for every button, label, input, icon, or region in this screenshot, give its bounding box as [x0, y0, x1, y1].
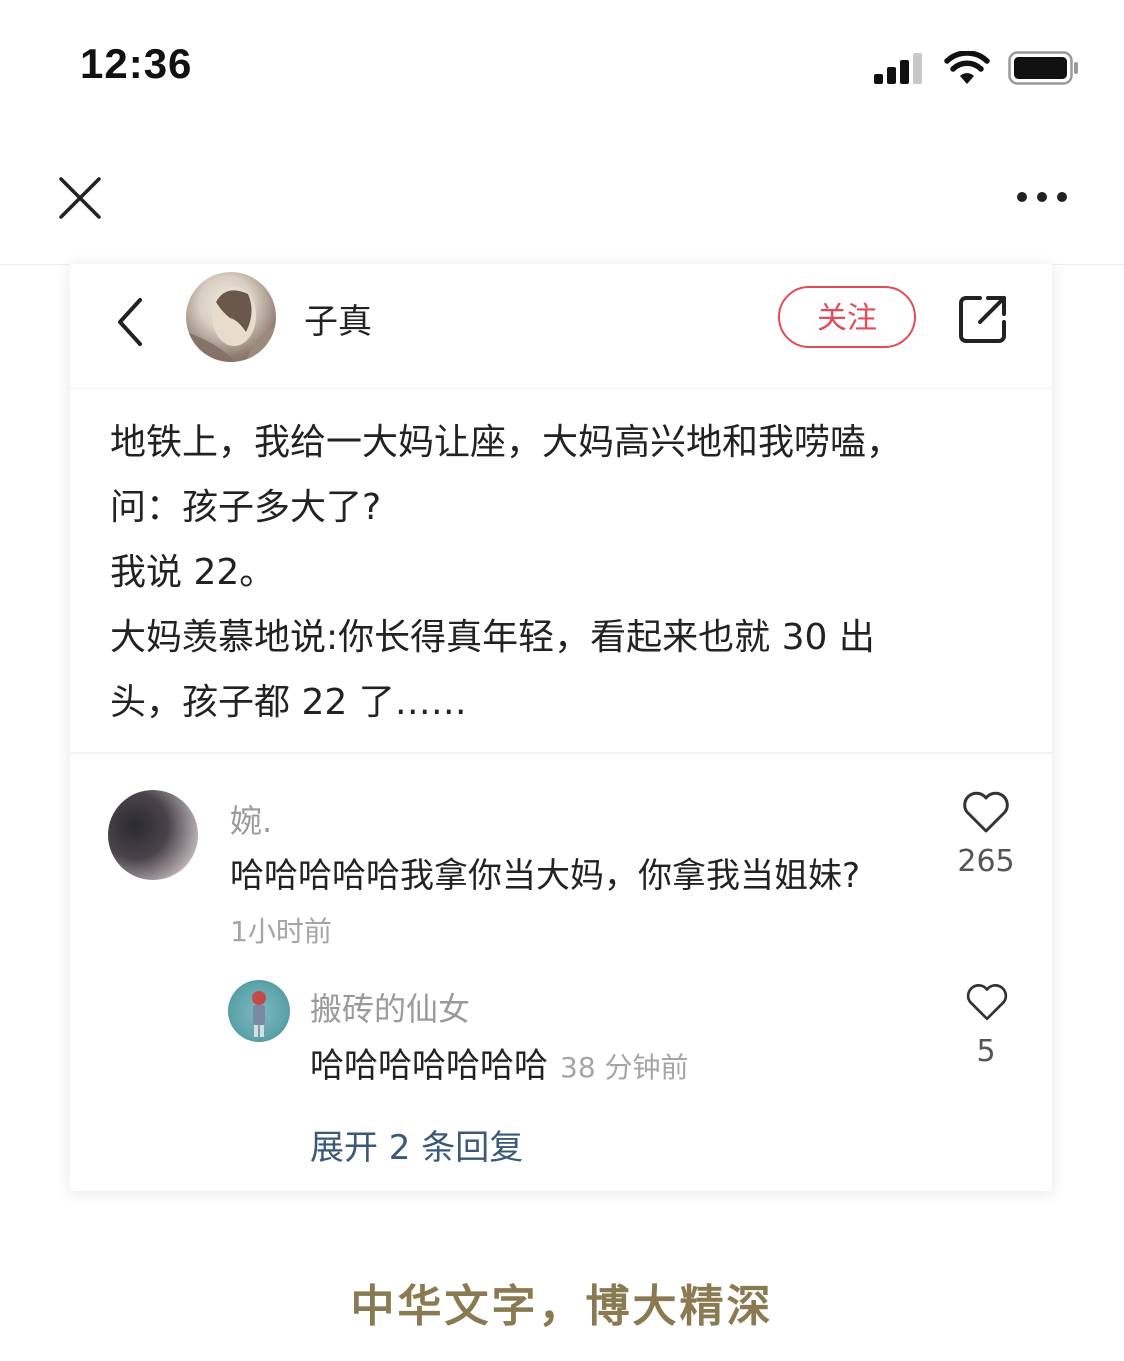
signal-icon — [874, 53, 922, 84]
back-button[interactable] — [110, 294, 150, 350]
author-avatar[interactable] — [186, 272, 276, 362]
reply-row: 哈哈哈哈哈哈哈 38 分钟前 — [310, 1038, 689, 1087]
wifi-icon — [944, 51, 990, 84]
post-line: 地铁上，我给一大妈让座，大妈高兴地和我唠嗑， — [110, 422, 903, 463]
status-icons — [874, 50, 1080, 86]
reply-time: 38 分钟前 — [560, 1051, 689, 1084]
chevron-left-icon — [118, 298, 142, 346]
post-line: 头，孩子都 22 了…… — [110, 682, 467, 723]
comment-text: 哈哈哈哈哈我拿你当大妈，你拿我当姐妹? — [230, 856, 861, 896]
comment-like-button[interactable] — [960, 790, 1012, 834]
avatar-photo — [252, 991, 266, 1037]
post-line: 问：孩子多大了? — [110, 487, 382, 528]
avatar-photo — [186, 286, 276, 362]
post-line: 我说 22。 — [110, 552, 276, 593]
close-button[interactable] — [56, 174, 104, 222]
follow-button[interactable]: 关注 — [778, 286, 916, 348]
comment-like-count: 265 — [957, 844, 1015, 879]
expand-replies-link[interactable]: 展开 2 条回复 — [310, 1120, 523, 1169]
commenter-avatar[interactable] — [108, 790, 198, 880]
replier-name[interactable]: 搬砖的仙女 — [310, 984, 470, 1030]
author-name[interactable]: 子真 — [304, 294, 372, 343]
nav-bar — [0, 140, 1124, 265]
reply-text: 哈哈哈哈哈哈哈 — [310, 1046, 548, 1086]
battery-icon — [1008, 51, 1078, 85]
share-icon — [959, 296, 1006, 343]
comment-time: 1小时前 — [230, 915, 332, 948]
reply-like-button[interactable] — [964, 982, 1010, 1022]
reply-like-count: 5 — [976, 1034, 996, 1069]
post-body: 地铁上，我给一大妈让座，大妈高兴地和我唠嗑， 问：孩子多大了? 我说 22。 大… — [110, 410, 1010, 735]
more-button[interactable] — [1012, 182, 1072, 212]
heart-icon — [963, 791, 1009, 833]
replier-avatar[interactable] — [228, 980, 290, 1042]
section-divider — [70, 752, 1052, 754]
status-time: 12:36 — [80, 40, 193, 87]
close-icon — [59, 177, 101, 219]
share-button[interactable] — [956, 292, 1010, 346]
heart-icon — [966, 984, 1008, 1021]
caption: 中华文字，博大精深 — [350, 1281, 774, 1332]
post-line: 大妈羡慕地说:你长得真年轻，看起来也就 30 出 — [110, 617, 875, 658]
more-icon — [1017, 192, 1067, 202]
commenter-name[interactable]: 婉. — [230, 796, 272, 842]
post-card: 子真 关注 地铁上，我给一大妈让座，大妈高兴地和我唠嗑， 问：孩子多大了? 我说… — [70, 264, 1052, 1191]
